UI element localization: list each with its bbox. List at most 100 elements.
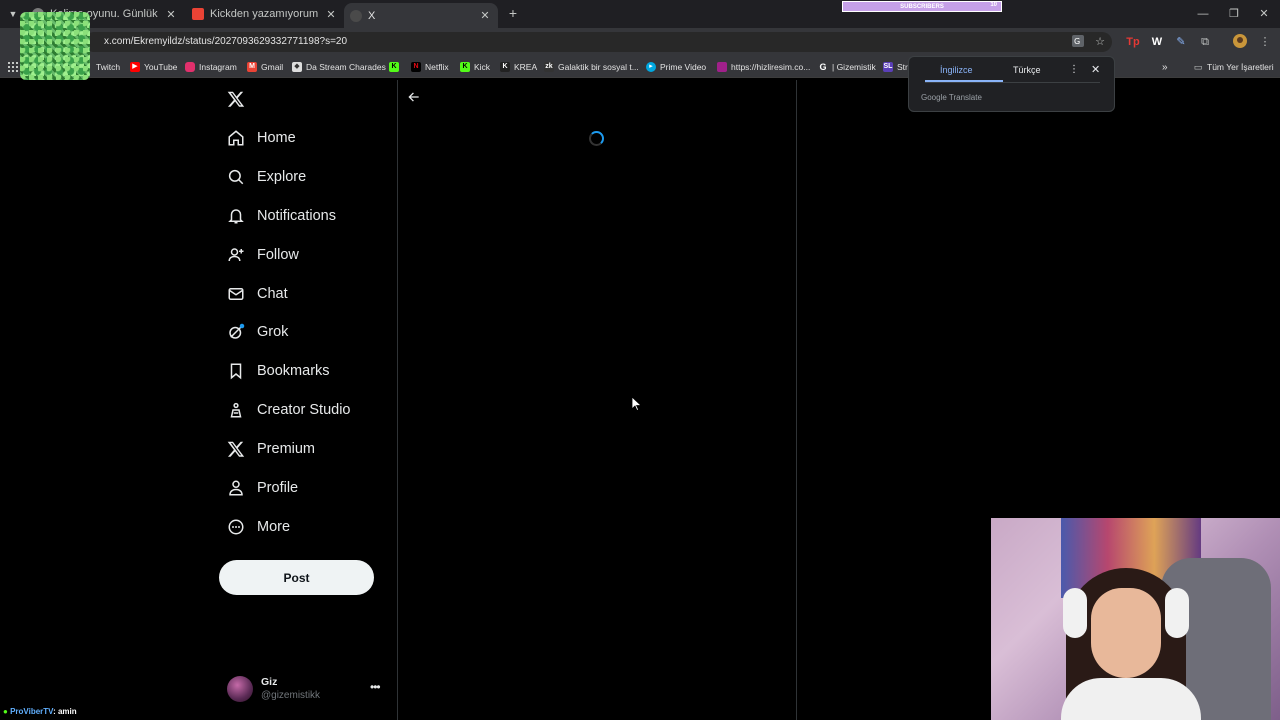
nav-label: Notifications bbox=[257, 208, 336, 224]
bookmark-label: Str bbox=[897, 62, 908, 72]
chat-text: : amin bbox=[53, 707, 77, 716]
extension-icon[interactable]: Tp bbox=[1125, 34, 1141, 50]
bookmark-label: Tüm Yer İşaretleri bbox=[1207, 62, 1274, 72]
webcam-person-face bbox=[1091, 588, 1161, 678]
follow-icon bbox=[228, 248, 244, 262]
nav-chat[interactable]: Chat bbox=[227, 283, 288, 305]
bookmark-label: | Gizemistik bbox=[832, 62, 876, 72]
gmail-icon: M bbox=[247, 62, 257, 72]
nav-label: More bbox=[257, 519, 291, 535]
bookmark-twitch[interactable]: Twitch bbox=[96, 60, 120, 74]
bookmark-kick[interactable]: K Kick bbox=[460, 60, 490, 74]
minimize-button[interactable]: — bbox=[1195, 6, 1211, 22]
account-more-icon[interactable]: ••• bbox=[370, 680, 381, 694]
chat-badge-icon: ● bbox=[3, 707, 8, 716]
browser-tab-kick[interactable]: Kickden yazamıyorum bot sanı ✕ bbox=[186, 3, 344, 25]
close-window-button[interactable]: ✕ bbox=[1256, 6, 1272, 22]
bookmark-instagram[interactable]: Instagram bbox=[185, 60, 237, 74]
new-tab-button[interactable]: + bbox=[505, 5, 521, 21]
krea-icon: K bbox=[500, 62, 510, 72]
prime-video-icon: ▸ bbox=[646, 62, 656, 72]
nav-grok[interactable]: Grok bbox=[227, 321, 288, 343]
browser-menu-icon[interactable]: ⋮ bbox=[1257, 34, 1273, 50]
account-handle: @gizemistikk bbox=[261, 690, 321, 701]
translate-icon[interactable]: G bbox=[1070, 34, 1086, 50]
mail-icon bbox=[228, 288, 244, 300]
nav-more[interactable]: More bbox=[227, 516, 290, 538]
nav-follow[interactable]: Follow bbox=[227, 244, 299, 266]
back-arrow-icon[interactable] bbox=[407, 90, 423, 106]
webcam-overlay bbox=[991, 518, 1280, 720]
apps-icon[interactable] bbox=[8, 60, 18, 74]
maximize-button[interactable]: ❐ bbox=[1226, 6, 1242, 22]
all-bookmarks-folder[interactable]: ▭ Tüm Yer İşaretleri bbox=[1193, 60, 1274, 74]
bookmark-star-icon[interactable]: ☆ bbox=[1092, 34, 1108, 50]
browser-tab-x[interactable]: X ✕ bbox=[344, 3, 498, 28]
translate-menu-icon[interactable]: ⋮ bbox=[1069, 64, 1079, 75]
translate-source-tab[interactable]: İngilizce bbox=[940, 65, 973, 75]
folder-icon: ▭ bbox=[1193, 62, 1203, 72]
webcam-headphone-left bbox=[1063, 588, 1087, 638]
bookmark-label: Da Stream Charades bbox=[306, 62, 386, 72]
bookmark-gmail[interactable]: M Gmail bbox=[247, 60, 283, 74]
post-button[interactable]: Post bbox=[219, 560, 374, 595]
tab-close-icon[interactable]: ✕ bbox=[164, 8, 178, 21]
bookmark-hizliresim[interactable]: https://hizliresim.co... bbox=[717, 60, 810, 74]
nav-creator-studio[interactable]: Creator Studio bbox=[227, 399, 351, 421]
x-logo-icon[interactable] bbox=[227, 90, 245, 108]
extension-icon[interactable]: W bbox=[1149, 34, 1165, 50]
loading-spinner bbox=[589, 131, 604, 146]
subscribers-count: 10 bbox=[990, 2, 997, 8]
translate-popup: İngilizce Türkçe ⋮ ✕ Google Translate bbox=[908, 56, 1115, 112]
bookmark-kick-icon-only[interactable]: K bbox=[389, 60, 403, 74]
netflix-icon: N bbox=[411, 62, 421, 72]
bookmark-galaktik[interactable]: zk Galaktik bir sosyal t... bbox=[544, 60, 639, 74]
tab-close-icon[interactable]: ✕ bbox=[324, 8, 338, 21]
bookmark-netflix[interactable]: N Netflix bbox=[411, 60, 449, 74]
bookmark-label: YouTube bbox=[144, 62, 178, 72]
bookmark-str[interactable]: SL Str bbox=[883, 60, 908, 74]
column-divider-left bbox=[397, 80, 398, 720]
bookmark-label: Netflix bbox=[425, 62, 449, 72]
profile-avatar-icon[interactable] bbox=[1232, 34, 1248, 50]
nav-label: Creator Studio bbox=[257, 402, 351, 418]
kick-icon: K bbox=[460, 62, 470, 72]
nav-label: Premium bbox=[257, 441, 316, 457]
translate-active-indicator bbox=[925, 80, 1003, 82]
webcam-headphone-right bbox=[1165, 588, 1189, 638]
extensions-puzzle-icon[interactable]: ⧉ bbox=[1197, 34, 1213, 50]
stream-avatar-overlay bbox=[20, 12, 90, 80]
tab-close-icon[interactable]: ✕ bbox=[478, 9, 492, 22]
bookmark-stream-charades[interactable]: ◆ Da Stream Charades bbox=[292, 60, 386, 74]
bookmark-label: Twitch bbox=[96, 62, 121, 72]
translate-close-icon[interactable]: ✕ bbox=[1091, 63, 1100, 76]
nav-explore[interactable]: Explore bbox=[227, 166, 306, 188]
more-circle-icon bbox=[228, 519, 244, 535]
search-icon bbox=[228, 169, 244, 185]
account-switcher[interactable]: Giz @gizemistikk ••• bbox=[227, 674, 387, 704]
instagram-icon bbox=[185, 62, 195, 72]
bookmark-prime-video[interactable]: ▸ Prime Video bbox=[646, 60, 706, 74]
grok-icon bbox=[229, 323, 245, 339]
bookmarks-overflow-button[interactable]: » bbox=[1162, 60, 1168, 74]
nav-profile[interactable]: Profile bbox=[227, 477, 298, 499]
bookmark-gizemistik[interactable]: G | Gizemistik bbox=[818, 60, 876, 74]
nav-home[interactable]: Home bbox=[227, 127, 296, 149]
nav-label: Bookmarks bbox=[257, 363, 330, 379]
nav-notifications[interactable]: Notifications bbox=[227, 205, 336, 227]
tab-search-dropdown-icon[interactable]: ▼ bbox=[5, 6, 21, 22]
nav-premium[interactable]: Premium bbox=[227, 438, 315, 460]
bookmark-youtube[interactable]: ▶ YouTube bbox=[130, 60, 177, 74]
bookmark-label: Gmail bbox=[261, 62, 284, 72]
translate-target-tab[interactable]: Türkçe bbox=[1013, 65, 1041, 75]
url-text[interactable]: x.com/Ekremyildz/status/2027093629332771… bbox=[104, 36, 347, 47]
nav-label: Explore bbox=[257, 169, 307, 185]
nav-bookmarks[interactable]: Bookmarks bbox=[227, 360, 330, 382]
webcam-person-shirt bbox=[1061, 678, 1201, 720]
puzzle-icon: ◆ bbox=[292, 62, 302, 72]
subscribers-overlay: SUBSCRIBERS 10 bbox=[842, 1, 1002, 12]
extension-icon[interactable]: ✎ bbox=[1173, 34, 1189, 50]
bookmark-krea[interactable]: K KREA bbox=[500, 60, 537, 74]
bookmark-icon bbox=[230, 363, 242, 380]
bookmark-label: Prime Video bbox=[660, 62, 707, 72]
